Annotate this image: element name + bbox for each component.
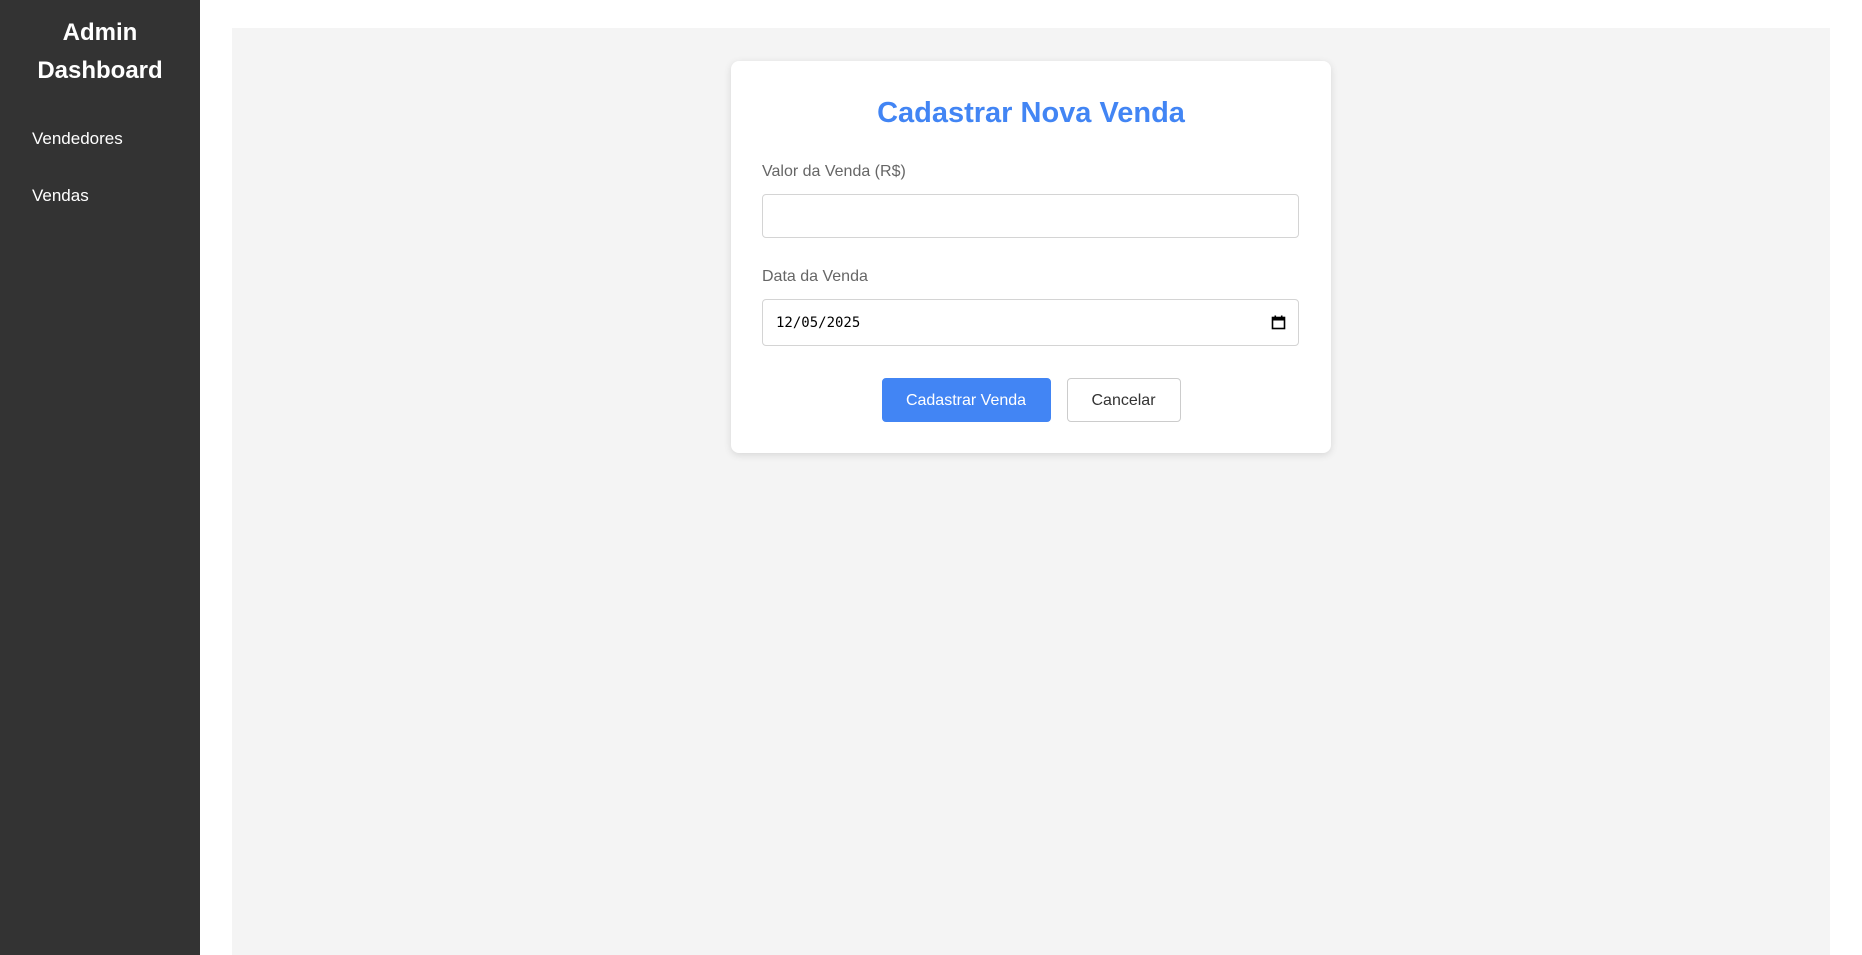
sale-form-card: Cadastrar Nova Venda Valor da Venda (R$)… [731, 61, 1331, 453]
date-value[interactable]: 12/05/2025 [776, 315, 860, 331]
valor-label: Valor da Venda (R$) [762, 163, 906, 180]
sidebar: Admin Dashboard Vendedores Vendas [0, 0, 200, 955]
form-title: Cadastrar Nova Venda [877, 97, 1185, 129]
sidebar-item-vendas[interactable]: Vendas [0, 182, 200, 210]
submit-sale-button[interactable]: Cadastrar Venda [881, 378, 1051, 422]
valor-input[interactable] [762, 194, 1299, 238]
cancel-button[interactable]: Cancelar [1066, 378, 1181, 422]
sidebar-nav: Vendedores Vendas [0, 125, 200, 210]
form-actions: Cadastrar Venda Cancelar [762, 378, 1300, 422]
calendar-icon[interactable] [1271, 315, 1286, 330]
sidebar-title: Admin Dashboard [37, 19, 163, 84]
data-label: Data da Venda [762, 268, 868, 285]
main-content: Cadastrar Nova Venda Valor da Venda (R$)… [232, 28, 1830, 955]
data-input[interactable]: 12/05/2025 [762, 299, 1299, 346]
sidebar-item-vendedores[interactable]: Vendedores [0, 125, 200, 153]
